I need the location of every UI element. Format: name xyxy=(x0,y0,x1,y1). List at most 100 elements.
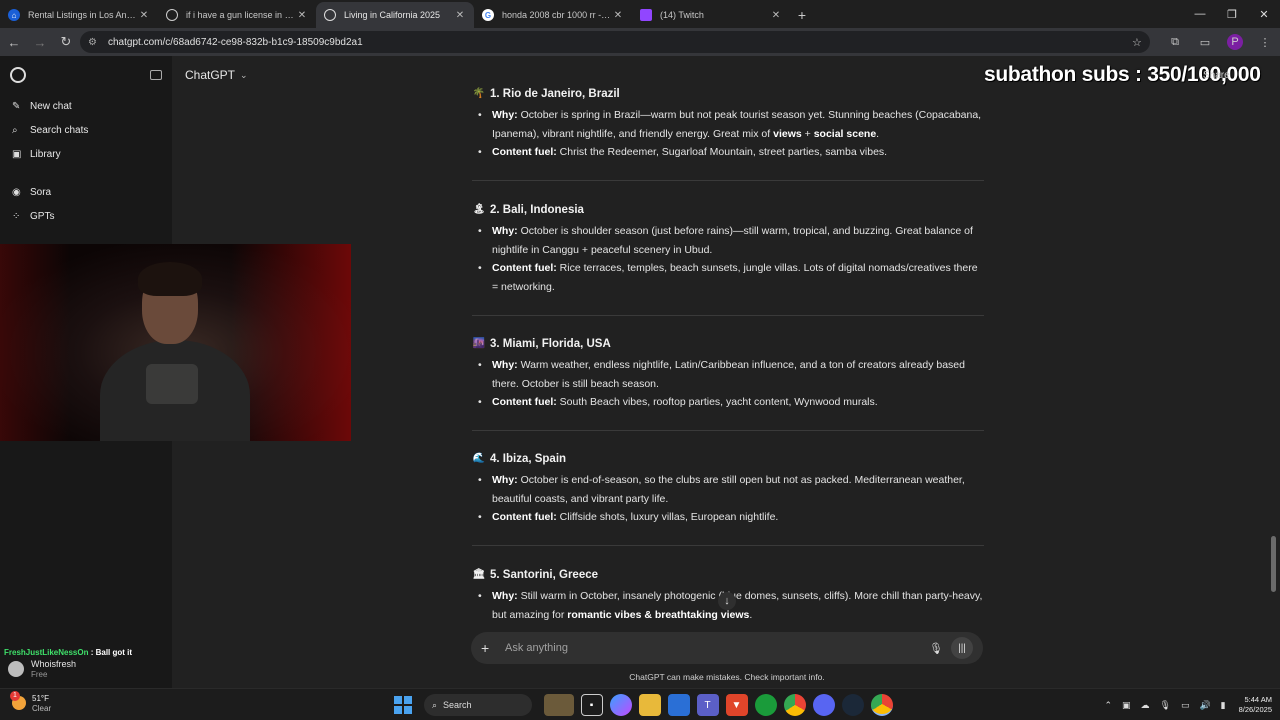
widget-scene-icon[interactable] xyxy=(543,694,574,716)
list-item: Content fuel: Rice terraces, temples, be… xyxy=(472,259,984,296)
sidebar-item-search-chats[interactable]: ⌕ Search chats xyxy=(0,118,172,142)
tab-rental-listings[interactable]: ⌂ Rental Listings in Los Angeles C ✕ xyxy=(0,2,158,28)
browser-toolbar: ← → ↻ ⚙ chatgpt.com/c/68ad6742-ce98-832b… xyxy=(0,28,1280,56)
taskbar-search[interactable]: ⌕ Search xyxy=(424,694,532,716)
sidepanel-icon[interactable]: ▭ xyxy=(1190,36,1220,49)
add-attachment-icon[interactable]: + xyxy=(481,640,497,656)
list-item: Content fuel: Cliffside shots, luxury vi… xyxy=(472,508,984,527)
list-item: Why: October is spring in Brazil—warm bu… xyxy=(472,106,984,143)
zillow-icon: ⌂ xyxy=(8,9,20,21)
windows-taskbar: 1 51°F Clear ⌕ Search ▪ T ▼ ⌃ ▣ ☁ 🎙 ▭ 🔊 … xyxy=(0,688,1280,720)
close-tab-icon[interactable]: ✕ xyxy=(770,10,782,21)
tab-honda-search[interactable]: G honda 2008 cbr 1000 rr - Goog ✕ xyxy=(474,2,632,28)
close-tab-icon[interactable]: ✕ xyxy=(296,10,308,21)
store-icon[interactable] xyxy=(667,694,690,716)
clock-date: 8/26/2025 xyxy=(1238,705,1272,714)
discord-icon[interactable] xyxy=(812,694,835,716)
prompt-input[interactable] xyxy=(505,642,927,654)
display-icon[interactable]: ▭ xyxy=(1181,700,1190,711)
taskbar-apps: ⌕ Search ▪ T ▼ xyxy=(394,693,896,717)
onedrive-icon[interactable]: ☁ xyxy=(1141,700,1150,711)
chrome-active-icon[interactable] xyxy=(870,694,893,716)
twitch-icon xyxy=(640,9,652,21)
bookmark-star-icon[interactable]: ☆ xyxy=(1132,36,1150,49)
chrome-icon[interactable] xyxy=(783,694,806,716)
mic-tray-icon[interactable]: 🎙 xyxy=(1160,700,1171,711)
tab-living-in-california[interactable]: Living in California 2025 ✕ xyxy=(316,2,474,28)
temperature: 51°F xyxy=(32,694,49,703)
menu-kebab-icon[interactable]: ⋮ xyxy=(1250,36,1280,49)
scroll-to-bottom-button[interactable]: ↓ xyxy=(718,592,736,610)
browser-tab-bar: ⌂ Rental Listings in Los Angeles C ✕ if … xyxy=(0,0,1280,28)
forward-icon[interactable]: → xyxy=(28,30,52,54)
model-selector[interactable]: ChatGPT ⌄ xyxy=(185,68,248,82)
back-icon[interactable]: ← xyxy=(2,30,26,54)
weather-widget[interactable]: 1 51°F Clear xyxy=(10,691,51,713)
message-composer: + 🎙 ||| xyxy=(471,632,983,664)
library-icon: ▣ xyxy=(12,148,22,160)
city-sunset-icon: 🌆 xyxy=(472,338,486,349)
site-info-icon[interactable]: ⚙ xyxy=(88,37,102,48)
temple-icon: 🏛 xyxy=(472,569,486,580)
tray-app-icon[interactable]: ▣ xyxy=(1122,700,1131,711)
destination-section: 🏝 2. Bali, Indonesia Why: October is sho… xyxy=(472,202,984,296)
pencil-icon: ✎ xyxy=(12,100,21,112)
destination-section: 🌆 3. Miami, Florida, USA Why: Warm weath… xyxy=(472,336,984,412)
sidebar-toggle-icon[interactable] xyxy=(150,70,162,80)
extensions-icon[interactable]: ⧉ xyxy=(1160,36,1190,49)
close-tab-icon[interactable]: ✕ xyxy=(138,10,150,21)
openai-logo-icon[interactable] xyxy=(10,67,26,83)
battery-icon[interactable]: ▮ xyxy=(1221,700,1226,711)
account-button[interactable]: Whoisfresh Free xyxy=(8,656,168,682)
assistant-message: 🌴 1. Rio de Janeiro, Brazil Why: October… xyxy=(472,58,984,632)
close-tab-icon[interactable]: ✕ xyxy=(612,10,624,21)
file-explorer-icon[interactable] xyxy=(638,694,661,716)
profile-avatar[interactable]: P xyxy=(1227,34,1243,50)
user-plan: Free xyxy=(31,670,48,679)
steam-icon[interactable] xyxy=(841,694,864,716)
new-tab-button[interactable]: + xyxy=(790,2,814,28)
xbox-icon[interactable] xyxy=(754,694,777,716)
page-scrollbar[interactable] xyxy=(1271,536,1276,592)
sidebar-item-label: New chat xyxy=(30,100,72,112)
browser-tools: ⧉ ▭ P ⋮ xyxy=(1160,28,1280,56)
brave-icon[interactable]: ▼ xyxy=(725,694,748,716)
divider xyxy=(472,315,984,316)
teams-icon[interactable]: T xyxy=(696,694,719,716)
system-tray: ⌃ ▣ ☁ 🎙 ▭ 🔊 ▮ 5:44 AM 8/26/2025 xyxy=(1099,693,1272,717)
search-label: Search xyxy=(443,700,472,710)
sidebar-item-library[interactable]: ▣ Library xyxy=(0,142,172,166)
sidebar-item-new-chat[interactable]: ✎ New chat xyxy=(0,94,172,118)
section-heading: 🏛 5. Santorini, Greece xyxy=(472,569,599,581)
list-item: Why: October is end-of-season, so the cl… xyxy=(472,471,984,508)
address-bar[interactable]: ⚙ chatgpt.com/c/68ad6742-ce98-832b-b1c9-… xyxy=(80,31,1150,53)
divider xyxy=(472,545,984,546)
destination-section: 🌴 1. Rio de Janeiro, Brazil Why: October… xyxy=(472,86,984,162)
notification-badge: 1 xyxy=(10,691,20,701)
chevron-down-icon: ⌄ xyxy=(240,69,248,80)
search-icon: ⌕ xyxy=(432,699,438,710)
tab-gun-license[interactable]: if i have a gun license in virgini ✕ xyxy=(158,2,316,28)
island-icon: 🏝 xyxy=(472,204,486,215)
sidebar-item-gpts[interactable]: ⁘ GPTs xyxy=(0,204,172,228)
avatar xyxy=(8,661,24,677)
voice-mode-icon[interactable]: ||| xyxy=(951,637,973,659)
search-icon: ⌕ xyxy=(12,124,18,136)
microphone-icon[interactable]: 🎙 xyxy=(927,642,945,655)
tray-expand-icon[interactable]: ⌃ xyxy=(1104,700,1112,711)
windows-start-icon[interactable] xyxy=(394,696,412,714)
list-item: Why: October is shoulder season (just be… xyxy=(472,222,984,259)
minimize-icon[interactable]: — xyxy=(1184,0,1216,28)
restore-icon[interactable]: ❐ xyxy=(1216,0,1248,28)
copilot-icon[interactable] xyxy=(609,694,632,716)
task-view-icon[interactable]: ▪ xyxy=(580,694,603,716)
reload-icon[interactable]: ↻ xyxy=(54,30,78,54)
share-button[interactable]: Share xyxy=(1203,70,1230,81)
sidebar-item-sora[interactable]: ◉ Sora xyxy=(0,180,172,204)
sidebar-item-label: GPTs xyxy=(30,210,55,222)
volume-icon[interactable]: 🔊 xyxy=(1199,700,1210,711)
close-tab-icon[interactable]: ✕ xyxy=(454,10,466,21)
close-window-icon[interactable]: ✕ xyxy=(1248,0,1280,28)
tab-twitch[interactable]: (14) Twitch ✕ xyxy=(632,2,790,28)
taskbar-clock[interactable]: 5:44 AM 8/26/2025 xyxy=(1239,695,1272,715)
